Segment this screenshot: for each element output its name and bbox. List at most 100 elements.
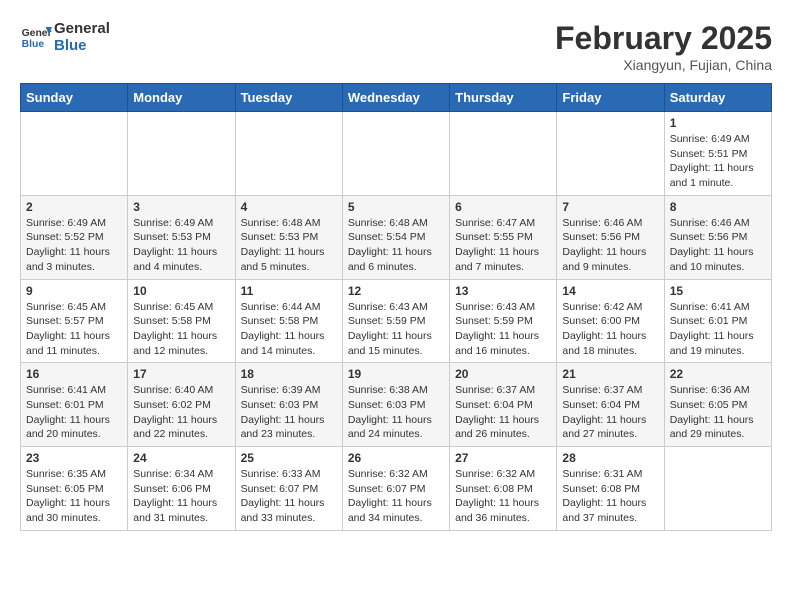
calendar-cell: 20 Sunrise: 6:37 AM Sunset: 6:04 PM Dayli…: [450, 363, 557, 447]
day-of-week-header: Saturday: [664, 84, 771, 112]
day-info: Sunrise: 6:34 AM Sunset: 6:06 PM Dayligh…: [133, 467, 229, 526]
day-info: Sunrise: 6:48 AM Sunset: 5:54 PM Dayligh…: [348, 216, 444, 275]
calendar-cell: [342, 112, 449, 196]
day-number: 23: [26, 451, 122, 465]
calendar-cell: 12 Sunrise: 6:43 AM Sunset: 5:59 PM Dayli…: [342, 279, 449, 363]
svg-text:Blue: Blue: [22, 39, 45, 50]
calendar-cell: 17 Sunrise: 6:40 AM Sunset: 6:02 PM Dayli…: [128, 363, 235, 447]
calendar-header-row: SundayMondayTuesdayWednesdayThursdayFrid…: [21, 84, 772, 112]
day-number: 27: [455, 451, 551, 465]
day-info: Sunrise: 6:37 AM Sunset: 6:04 PM Dayligh…: [562, 383, 658, 442]
day-info: Sunrise: 6:43 AM Sunset: 5:59 PM Dayligh…: [348, 300, 444, 359]
calendar-week-row: 23 Sunrise: 6:35 AM Sunset: 6:05 PM Dayli…: [21, 447, 772, 531]
day-number: 1: [670, 116, 766, 130]
day-number: 11: [241, 284, 337, 298]
day-info: Sunrise: 6:38 AM Sunset: 6:03 PM Dayligh…: [348, 383, 444, 442]
day-number: 22: [670, 367, 766, 381]
day-number: 6: [455, 200, 551, 214]
day-number: 13: [455, 284, 551, 298]
calendar-cell: 19 Sunrise: 6:38 AM Sunset: 6:03 PM Dayli…: [342, 363, 449, 447]
day-number: 12: [348, 284, 444, 298]
calendar-week-row: 9 Sunrise: 6:45 AM Sunset: 5:57 PM Daylig…: [21, 279, 772, 363]
calendar-cell: 18 Sunrise: 6:39 AM Sunset: 6:03 PM Dayli…: [235, 363, 342, 447]
day-number: 2: [26, 200, 122, 214]
calendar-cell: 27 Sunrise: 6:32 AM Sunset: 6:08 PM Dayli…: [450, 447, 557, 531]
day-number: 4: [241, 200, 337, 214]
calendar-cell: 3 Sunrise: 6:49 AM Sunset: 5:53 PM Daylig…: [128, 195, 235, 279]
calendar-week-row: 2 Sunrise: 6:49 AM Sunset: 5:52 PM Daylig…: [21, 195, 772, 279]
day-number: 7: [562, 200, 658, 214]
calendar-cell: 10 Sunrise: 6:45 AM Sunset: 5:58 PM Dayli…: [128, 279, 235, 363]
day-number: 8: [670, 200, 766, 214]
day-info: Sunrise: 6:40 AM Sunset: 6:02 PM Dayligh…: [133, 383, 229, 442]
day-info: Sunrise: 6:39 AM Sunset: 6:03 PM Dayligh…: [241, 383, 337, 442]
day-number: 25: [241, 451, 337, 465]
day-info: Sunrise: 6:47 AM Sunset: 5:55 PM Dayligh…: [455, 216, 551, 275]
day-info: Sunrise: 6:33 AM Sunset: 6:07 PM Dayligh…: [241, 467, 337, 526]
day-number: 5: [348, 200, 444, 214]
day-info: Sunrise: 6:46 AM Sunset: 5:56 PM Dayligh…: [562, 216, 658, 275]
title-block: February 2025 Xiangyun, Fujian, China: [555, 20, 772, 73]
day-of-week-header: Tuesday: [235, 84, 342, 112]
day-of-week-header: Sunday: [21, 84, 128, 112]
day-number: 17: [133, 367, 229, 381]
calendar-week-row: 1Sunrise: 6:49 AM Sunset: 5:51 PM Daylig…: [21, 112, 772, 196]
day-info: Sunrise: 6:46 AM Sunset: 5:56 PM Dayligh…: [670, 216, 766, 275]
calendar-cell: 9 Sunrise: 6:45 AM Sunset: 5:57 PM Daylig…: [21, 279, 128, 363]
calendar-cell: 28 Sunrise: 6:31 AM Sunset: 6:08 PM Dayli…: [557, 447, 664, 531]
logo: General Blue General Blue: [20, 20, 110, 55]
day-info: Sunrise: 6:49 AM Sunset: 5:52 PM Dayligh…: [26, 216, 122, 275]
day-number: 3: [133, 200, 229, 214]
day-number: 9: [26, 284, 122, 298]
day-number: 24: [133, 451, 229, 465]
day-info: Sunrise: 6:49 AM Sunset: 5:53 PM Dayligh…: [133, 216, 229, 275]
day-info: Sunrise: 6:32 AM Sunset: 6:07 PM Dayligh…: [348, 467, 444, 526]
day-of-week-header: Friday: [557, 84, 664, 112]
calendar-cell: 6 Sunrise: 6:47 AM Sunset: 5:55 PM Daylig…: [450, 195, 557, 279]
day-number: 10: [133, 284, 229, 298]
day-number: 26: [348, 451, 444, 465]
day-number: 15: [670, 284, 766, 298]
day-info: Sunrise: 6:42 AM Sunset: 6:00 PM Dayligh…: [562, 300, 658, 359]
calendar-cell: 2 Sunrise: 6:49 AM Sunset: 5:52 PM Daylig…: [21, 195, 128, 279]
calendar-cell: [557, 112, 664, 196]
day-number: 19: [348, 367, 444, 381]
calendar-cell: 23 Sunrise: 6:35 AM Sunset: 6:05 PM Dayli…: [21, 447, 128, 531]
day-of-week-header: Thursday: [450, 84, 557, 112]
day-info: Sunrise: 6:31 AM Sunset: 6:08 PM Dayligh…: [562, 467, 658, 526]
logo-blue: Blue: [54, 37, 87, 54]
logo-icon: General Blue: [20, 23, 52, 51]
calendar-cell: [128, 112, 235, 196]
calendar-cell: 8 Sunrise: 6:46 AM Sunset: 5:56 PM Daylig…: [664, 195, 771, 279]
calendar-cell: 25 Sunrise: 6:33 AM Sunset: 6:07 PM Dayli…: [235, 447, 342, 531]
calendar-cell: 5 Sunrise: 6:48 AM Sunset: 5:54 PM Daylig…: [342, 195, 449, 279]
day-info: Sunrise: 6:37 AM Sunset: 6:04 PM Dayligh…: [455, 383, 551, 442]
day-info: Sunrise: 6:43 AM Sunset: 5:59 PM Dayligh…: [455, 300, 551, 359]
calendar-week-row: 16 Sunrise: 6:41 AM Sunset: 6:01 PM Dayli…: [21, 363, 772, 447]
day-number: 21: [562, 367, 658, 381]
day-number: 20: [455, 367, 551, 381]
calendar-cell: 22Sunrise: 6:36 AM Sunset: 6:05 PM Dayli…: [664, 363, 771, 447]
day-info: Sunrise: 6:35 AM Sunset: 6:05 PM Dayligh…: [26, 467, 122, 526]
logo-general: General: [54, 20, 110, 37]
day-number: 16: [26, 367, 122, 381]
calendar-cell: 16 Sunrise: 6:41 AM Sunset: 6:01 PM Dayli…: [21, 363, 128, 447]
day-info: Sunrise: 6:45 AM Sunset: 5:57 PM Dayligh…: [26, 300, 122, 359]
calendar-cell: 4Sunrise: 6:48 AM Sunset: 5:53 PM Daylig…: [235, 195, 342, 279]
day-of-week-header: Wednesday: [342, 84, 449, 112]
calendar-cell: [21, 112, 128, 196]
calendar-cell: 15Sunrise: 6:41 AM Sunset: 6:01 PM Dayli…: [664, 279, 771, 363]
day-number: 18: [241, 367, 337, 381]
day-of-week-header: Monday: [128, 84, 235, 112]
month-title: February 2025: [555, 20, 772, 57]
calendar-cell: [664, 447, 771, 531]
calendar-cell: [450, 112, 557, 196]
calendar-cell: 21 Sunrise: 6:37 AM Sunset: 6:04 PM Dayli…: [557, 363, 664, 447]
day-info: Sunrise: 6:41 AM Sunset: 6:01 PM Dayligh…: [26, 383, 122, 442]
day-number: 28: [562, 451, 658, 465]
calendar-cell: 24 Sunrise: 6:34 AM Sunset: 6:06 PM Dayli…: [128, 447, 235, 531]
day-info: Sunrise: 6:45 AM Sunset: 5:58 PM Dayligh…: [133, 300, 229, 359]
calendar: SundayMondayTuesdayWednesdayThursdayFrid…: [20, 83, 772, 531]
calendar-cell: 1Sunrise: 6:49 AM Sunset: 5:51 PM Daylig…: [664, 112, 771, 196]
day-info: Sunrise: 6:32 AM Sunset: 6:08 PM Dayligh…: [455, 467, 551, 526]
